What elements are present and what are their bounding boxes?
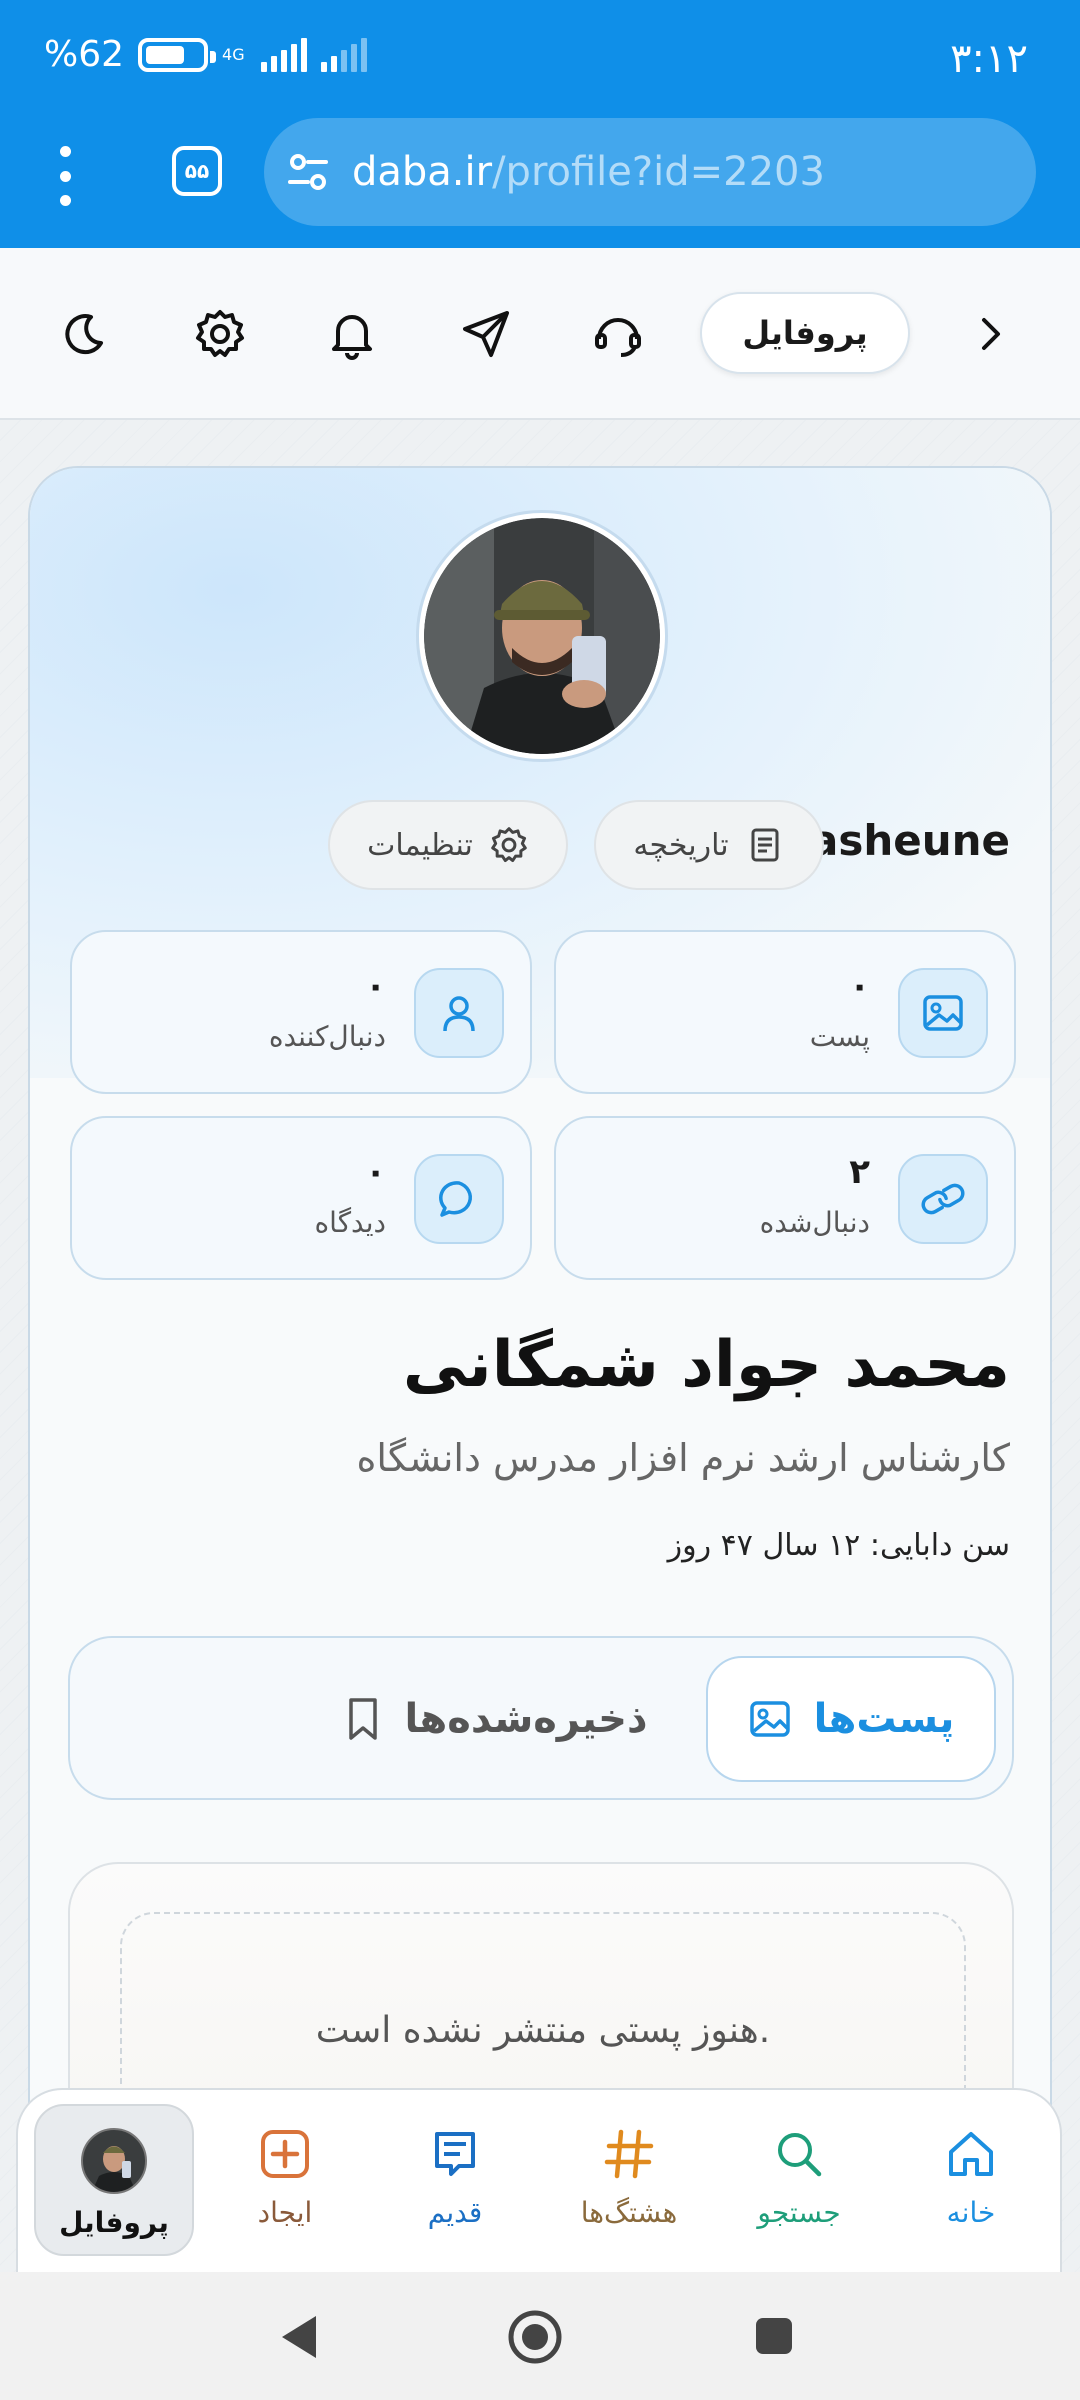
nav-create-label: ایجاد bbox=[257, 2196, 313, 2229]
account-age: سن دابایی: ۱۲ سال ۴۷ روز bbox=[667, 1528, 1010, 1563]
stat-following[interactable]: ۲ دنبال‌شده bbox=[554, 1116, 1016, 1280]
browser-bar: ۵۵ daba.ir/profile?id=2203 bbox=[0, 118, 1080, 248]
battery-percent: %62 bbox=[44, 34, 125, 75]
home-circle-icon[interactable] bbox=[506, 2308, 564, 2366]
avatar-photo bbox=[424, 518, 660, 754]
network-type: 4G bbox=[222, 44, 245, 64]
recents-icon[interactable] bbox=[752, 2314, 796, 2358]
stat-following-label: دنبال‌شده bbox=[759, 1206, 870, 1239]
tab-posts-label: پست‌ها bbox=[813, 1696, 955, 1742]
nav-profile-label: پروفایل bbox=[59, 2206, 169, 2239]
comment-icon bbox=[414, 1154, 504, 1244]
chevron-right-icon[interactable] bbox=[960, 304, 1020, 364]
page-title-pill[interactable]: پروفایل bbox=[700, 292, 910, 374]
moon-icon[interactable] bbox=[52, 304, 112, 364]
address-bar[interactable]: daba.ir/profile?id=2203 bbox=[264, 118, 1036, 226]
stat-comments-value: ۰ bbox=[365, 1152, 386, 1192]
nav-home[interactable]: خانه bbox=[896, 2126, 1046, 2229]
bell-icon[interactable] bbox=[322, 304, 382, 364]
url-path: /profile?id=2203 bbox=[492, 149, 825, 195]
history-label: تاریخچه bbox=[633, 827, 729, 863]
tabs-button[interactable]: ۵۵ bbox=[172, 146, 222, 196]
tab-posts[interactable]: پست‌ها bbox=[706, 1656, 996, 1782]
url-text: daba.ir/profile?id=2203 bbox=[352, 149, 825, 195]
user-icon bbox=[414, 968, 504, 1058]
stat-following-value: ۲ bbox=[849, 1152, 870, 1192]
screen: %62 4G ۳:۱۲ ۵۵ daba.ir/profile?id=2203 پ… bbox=[0, 0, 1080, 2400]
app-toolbar: پروفایل bbox=[0, 248, 1080, 420]
image-icon bbox=[749, 1701, 790, 1737]
system-nav-bar bbox=[0, 2272, 1080, 2400]
url-host: daba.ir bbox=[352, 149, 493, 195]
history-button[interactable]: تاریخچه bbox=[594, 800, 824, 890]
profile-card: asheune تاریخچه تنظیمات ۰ پست ۰ دنبال‌کن… bbox=[28, 466, 1052, 2266]
clock: ۳:۱۲ bbox=[950, 36, 1028, 82]
hashtag-icon bbox=[604, 2129, 654, 2179]
status-left: %62 4G bbox=[44, 34, 367, 75]
stat-followers-label: دنبال‌کننده bbox=[268, 1020, 386, 1053]
battery-icon bbox=[138, 37, 217, 72]
tab-saved[interactable]: ذخیره‌شده‌ها bbox=[330, 1656, 660, 1782]
home-icon bbox=[949, 2132, 993, 2176]
nav-search[interactable]: جستجو bbox=[724, 2126, 874, 2229]
stat-followers[interactable]: ۰ دنبال‌کننده bbox=[70, 930, 532, 1094]
send-icon[interactable] bbox=[456, 304, 516, 364]
nav-search-label: جستجو bbox=[757, 2196, 841, 2229]
old-posts-icon bbox=[435, 2132, 475, 2176]
headset-icon[interactable] bbox=[588, 304, 648, 364]
image-icon bbox=[898, 968, 988, 1058]
link-icon bbox=[898, 1154, 988, 1244]
nav-hashtags[interactable]: هشتگ‌ها bbox=[554, 2126, 704, 2229]
nav-old[interactable]: قدیم bbox=[380, 2126, 530, 2229]
profile-avatar[interactable] bbox=[416, 510, 668, 762]
username: asheune bbox=[809, 816, 1010, 865]
nav-profile[interactable]: پروفایل bbox=[34, 2104, 194, 2256]
site-settings-icon[interactable] bbox=[286, 150, 330, 194]
stat-posts-value: ۰ bbox=[849, 966, 870, 1006]
nav-old-label: قدیم bbox=[427, 2196, 483, 2229]
settings-label: تنظیمات bbox=[367, 827, 473, 863]
gear-icon[interactable] bbox=[190, 304, 250, 364]
tab-saved-label: ذخیره‌شده‌ها bbox=[404, 1696, 648, 1742]
bio-text: کارشناس ارشد نرم افزار مدرس دانشگاه bbox=[356, 1436, 1010, 1480]
bottom-nav: خانه جستجو هشتگ‌ها قدیم ایجاد bbox=[16, 2088, 1062, 2272]
nav-hashtags-label: هشتگ‌ها bbox=[580, 2196, 678, 2229]
stat-comments[interactable]: ۰ دیدگاه bbox=[70, 1116, 532, 1280]
more-menu-icon[interactable] bbox=[54, 146, 76, 206]
stat-comments-label: دیدگاه bbox=[314, 1206, 387, 1239]
back-icon[interactable] bbox=[274, 2310, 324, 2364]
plus-square-icon bbox=[261, 2130, 309, 2178]
history-icon bbox=[751, 828, 779, 862]
bookmark-icon bbox=[348, 1698, 377, 1740]
profile-avatar-small bbox=[81, 2128, 147, 2194]
gear-icon bbox=[491, 827, 527, 863]
status-bar: %62 4G ۳:۱۲ bbox=[0, 0, 1080, 118]
stat-posts[interactable]: ۰ پست bbox=[554, 930, 1016, 1094]
nav-create[interactable]: ایجاد bbox=[210, 2126, 360, 2229]
search-icon bbox=[778, 2133, 822, 2177]
settings-button[interactable]: تنظیمات bbox=[328, 800, 568, 890]
full-name: محمد جواد شمگانی bbox=[402, 1328, 1010, 1402]
signal-icon bbox=[260, 37, 307, 72]
stat-followers-value: ۰ bbox=[365, 966, 386, 1006]
empty-state-text: هنوز پستی منتشر نشده است. bbox=[315, 2010, 771, 2051]
nav-home-label: خانه bbox=[946, 2196, 996, 2229]
content-tabs: پست‌ها ذخیره‌شده‌ها bbox=[68, 1636, 1014, 1800]
stat-posts-label: پست bbox=[809, 1020, 870, 1053]
signal-icon-2 bbox=[320, 37, 367, 72]
